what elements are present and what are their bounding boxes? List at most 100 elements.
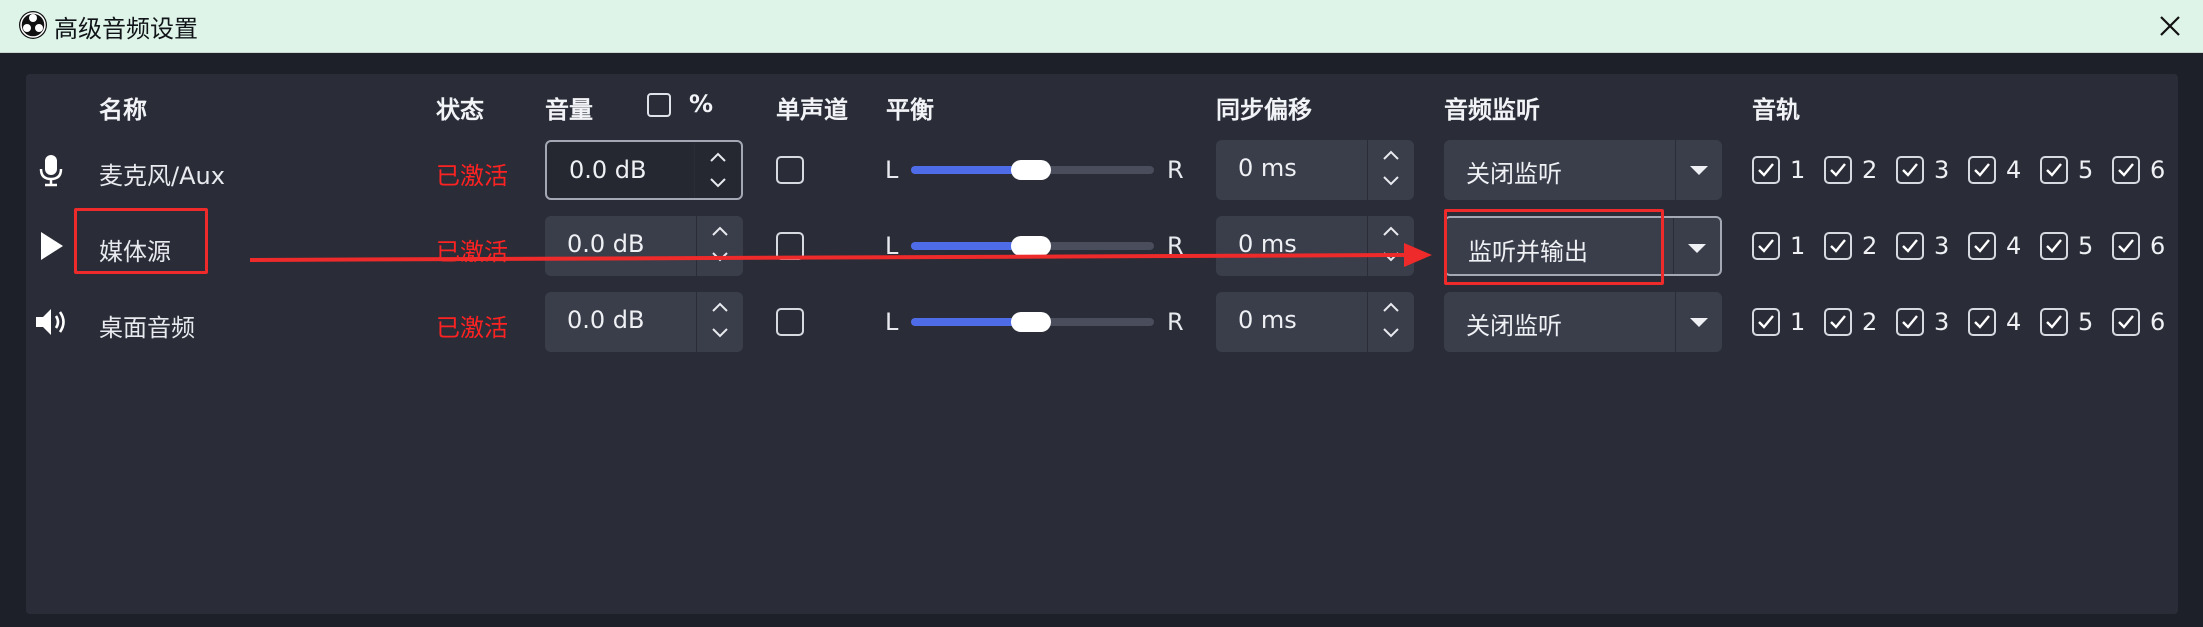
- header-name: 名称: [99, 96, 147, 124]
- dropdown-button[interactable]: [1675, 292, 1722, 352]
- chevron-down-icon[interactable]: [710, 250, 730, 264]
- track-label: 1: [1790, 232, 1806, 260]
- checkbox-checked-icon[interactable]: [1896, 156, 1924, 184]
- sync-offset-stepper[interactable]: [1367, 292, 1414, 352]
- volume-stepper[interactable]: [694, 142, 741, 198]
- monitoring-dropdown[interactable]: 关闭监听: [1444, 140, 1722, 200]
- chevron-up-icon[interactable]: [1381, 224, 1401, 238]
- track-label: 1: [1790, 156, 1806, 184]
- balance-slider[interactable]: [911, 236, 1154, 256]
- title-bar: 高级音频设置: [0, 0, 2203, 53]
- status-badge: 已激活: [436, 162, 508, 190]
- sync-offset-spinbox[interactable]: 0 ms: [1216, 216, 1414, 276]
- volume-stepper[interactable]: [696, 216, 743, 276]
- track-label: 5: [2078, 308, 2094, 336]
- track-label: 3: [1934, 156, 1950, 184]
- checkbox-checked-icon[interactable]: [1752, 308, 1780, 336]
- checkbox-checked-icon[interactable]: [1896, 232, 1924, 260]
- sync-offset-value: 0 ms: [1238, 306, 1297, 334]
- checkbox-checked-icon[interactable]: [1896, 308, 1924, 336]
- checkbox-checked-icon[interactable]: [1968, 308, 1996, 336]
- checkbox-checked-icon[interactable]: [1968, 232, 1996, 260]
- volume-spinbox[interactable]: 0.0 dB: [545, 292, 743, 352]
- track-label: 2: [1862, 232, 1878, 260]
- checkbox-checked-icon[interactable]: [1752, 156, 1780, 184]
- checkbox-checked-icon[interactable]: [1824, 308, 1852, 336]
- header-balance: 平衡: [886, 96, 934, 124]
- checkbox-checked-icon[interactable]: [1968, 156, 1996, 184]
- chevron-up-icon[interactable]: [710, 224, 730, 238]
- header-monitoring: 音频监听: [1444, 96, 1540, 124]
- status-badge: 已激活: [436, 238, 508, 266]
- mono-checkbox[interactable]: [776, 308, 804, 336]
- checkbox-checked-icon[interactable]: [1824, 232, 1852, 260]
- source-name: 桌面音频: [99, 314, 195, 342]
- header-status: 状态: [436, 96, 484, 124]
- monitoring-dropdown[interactable]: 关闭监听: [1444, 292, 1722, 352]
- balance-slider[interactable]: [911, 312, 1154, 332]
- chevron-down-icon[interactable]: [1381, 326, 1401, 340]
- sync-offset-spinbox[interactable]: 0 ms: [1216, 292, 1414, 352]
- track-label: 2: [1862, 156, 1878, 184]
- checkbox-checked-icon[interactable]: [2112, 156, 2140, 184]
- audio-mixer-panel: [26, 74, 2178, 614]
- track-label: 4: [2006, 232, 2022, 260]
- sync-offset-stepper[interactable]: [1367, 140, 1414, 200]
- chevron-down-icon[interactable]: [1381, 250, 1401, 264]
- balance-slider-handle[interactable]: [1011, 312, 1051, 332]
- chevron-down-icon[interactable]: [710, 326, 730, 340]
- volume-spinbox[interactable]: 0.0 dB: [545, 216, 743, 276]
- header-volume: 音量: [545, 96, 593, 124]
- volume-value: 0.0 dB: [569, 156, 647, 184]
- balance-slider-handle[interactable]: [1011, 236, 1051, 256]
- chevron-up-icon[interactable]: [710, 300, 730, 314]
- volume-value: 0.0 dB: [567, 306, 645, 334]
- sync-offset-stepper[interactable]: [1367, 216, 1414, 276]
- volume-value: 0.0 dB: [567, 230, 645, 258]
- balance-right-label: R: [1167, 232, 1184, 260]
- sync-offset-spinbox[interactable]: 0 ms: [1216, 140, 1414, 200]
- dropdown-button[interactable]: [1675, 140, 1722, 200]
- balance-right-label: R: [1167, 308, 1184, 336]
- close-icon[interactable]: [2152, 8, 2188, 44]
- chevron-up-icon[interactable]: [1381, 300, 1401, 314]
- status-badge: 已激活: [436, 314, 508, 342]
- chevron-down-icon[interactable]: [708, 176, 728, 190]
- track-label: 4: [2006, 156, 2022, 184]
- balance-slider[interactable]: [911, 160, 1154, 180]
- checkbox-checked-icon[interactable]: [1824, 156, 1852, 184]
- mono-checkbox[interactable]: [776, 232, 804, 260]
- checkbox-checked-icon[interactable]: [1752, 232, 1780, 260]
- monitoring-value: 关闭监听: [1466, 160, 1562, 188]
- checkbox-checked-icon[interactable]: [2112, 232, 2140, 260]
- dropdown-button[interactable]: [1673, 218, 1720, 274]
- checkbox-checked-icon[interactable]: [2040, 308, 2068, 336]
- speaker-icon: [36, 309, 65, 335]
- volume-spinbox[interactable]: 0.0 dB: [545, 140, 743, 200]
- chevron-up-icon[interactable]: [708, 150, 728, 164]
- source-name: 麦克风/Aux: [99, 162, 225, 190]
- track-label: 6: [2150, 156, 2166, 184]
- checkbox-checked-icon[interactable]: [2112, 308, 2140, 336]
- mono-checkbox[interactable]: [776, 156, 804, 184]
- chevron-up-icon[interactable]: [1381, 148, 1401, 162]
- track-label: 5: [2078, 232, 2094, 260]
- caret-down-icon: [1690, 166, 1708, 175]
- volume-stepper[interactable]: [696, 292, 743, 352]
- header-mono: 单声道: [776, 96, 848, 124]
- balance-slider-handle[interactable]: [1011, 160, 1051, 180]
- checkbox-checked-icon[interactable]: [2040, 156, 2068, 184]
- chevron-down-icon[interactable]: [1381, 174, 1401, 188]
- play-icon: [41, 232, 63, 260]
- caret-down-icon: [1688, 244, 1706, 253]
- track-label: 3: [1934, 308, 1950, 336]
- checkbox-checked-icon[interactable]: [2040, 232, 2068, 260]
- percent-checkbox[interactable]: [647, 93, 671, 117]
- track-label: 6: [2150, 308, 2166, 336]
- obs-logo-icon: [19, 11, 47, 39]
- header-sync-offset: 同步偏移: [1216, 96, 1312, 124]
- monitoring-value: 关闭监听: [1466, 312, 1562, 340]
- track-label: 3: [1934, 232, 1950, 260]
- annotation-highlight-monitoring: [1444, 209, 1664, 285]
- track-label: 2: [1862, 308, 1878, 336]
